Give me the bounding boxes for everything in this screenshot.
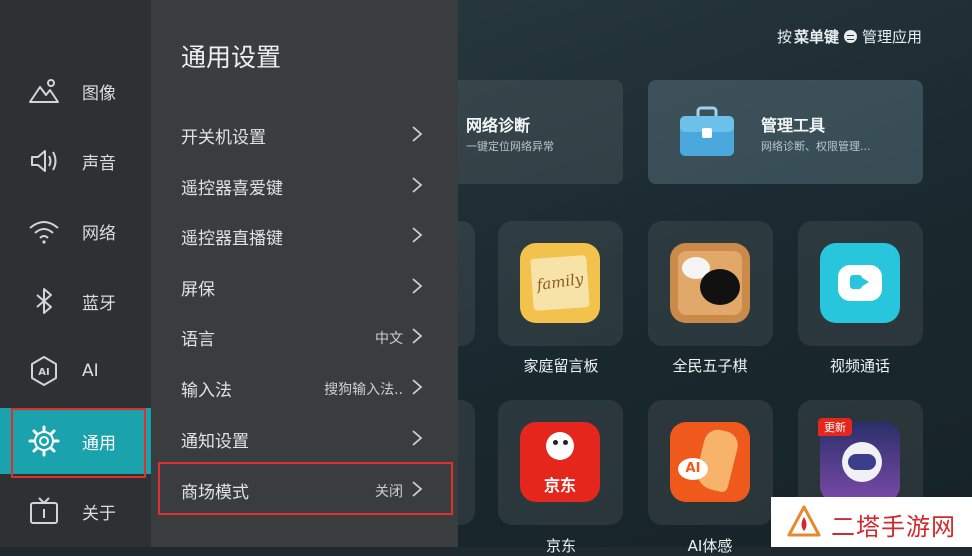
- settings-row-notifications[interactable]: 通知设置: [159, 415, 447, 461]
- chevron-right-icon: [412, 177, 423, 193]
- app-label: 视频通话: [829, 357, 890, 375]
- jd-icon-text: 京东: [543, 476, 576, 495]
- rail-item-network[interactable]: 网络: [0, 202, 151, 260]
- rail-item-label: 网络: [82, 223, 116, 244]
- settings-row-screensaver[interactable]: 屏保: [159, 263, 447, 309]
- jd-icon: 京东: [520, 422, 600, 502]
- picture-icon: [29, 79, 59, 103]
- app-tile-ai-motion[interactable]: AI: [648, 400, 773, 525]
- update-badge: 更新: [818, 418, 852, 436]
- rail-item-label: 图像: [82, 83, 116, 104]
- panel-title: 通用设置: [181, 43, 282, 72]
- row-label: 语言: [181, 330, 215, 350]
- rail-item-ai[interactable]: AI AI: [0, 342, 151, 400]
- rail-item-bluetooth[interactable]: 蓝牙: [0, 272, 151, 330]
- app-label: 家庭留言板: [523, 357, 599, 375]
- chevron-right-icon: [412, 430, 423, 446]
- settings-row-live-key[interactable]: 遥控器直播键: [159, 212, 447, 258]
- app-tile-gomoku[interactable]: [648, 221, 773, 346]
- rail-item-label: AI: [82, 361, 99, 381]
- chevron-right-icon: [412, 379, 423, 395]
- card-subtitle: 网络诊断、权限管理...: [761, 140, 871, 153]
- menu-key-hint: 按 菜单键 管理应用: [777, 26, 922, 47]
- tv-info-icon: [30, 497, 58, 524]
- card-title: 管理工具: [761, 116, 826, 135]
- settings-row-input-method[interactable]: 输入法 搜狗输入法..: [159, 364, 447, 410]
- row-value: 搜狗输入法..: [324, 382, 403, 398]
- speaker-icon: [31, 150, 57, 172]
- app-tile-jd[interactable]: 京东: [498, 400, 623, 525]
- settings-row-favorite-key[interactable]: 遥控器喜爱键: [159, 162, 447, 208]
- ai-hexagon-icon: AI: [31, 356, 57, 386]
- app-tile-video-call[interactable]: [798, 221, 923, 346]
- watermark: 二塔手游网: [771, 497, 972, 547]
- settings-row-power[interactable]: 开关机设置: [159, 111, 447, 157]
- ai-badge-text: AI: [678, 458, 708, 480]
- watermark-logo-icon: [787, 505, 821, 537]
- menu-key-icon: [843, 30, 857, 43]
- svg-text:AI: AI: [38, 367, 49, 378]
- toolbox-icon: [680, 106, 734, 156]
- row-label: 遥控器直播键: [181, 229, 283, 249]
- rail-item-label: 蓝牙: [82, 293, 116, 314]
- video-call-icon: [820, 243, 900, 323]
- ai-motion-icon: AI: [670, 422, 750, 502]
- hint-prefix: 按: [776, 28, 792, 46]
- hint-suffix: 管理应用: [861, 28, 922, 46]
- chevron-right-icon: [412, 278, 423, 294]
- row-label: 遥控器喜爱键: [181, 179, 283, 199]
- rail-item-picture[interactable]: 图像: [0, 62, 151, 120]
- app-label: AI体感: [687, 537, 733, 555]
- row-label: 输入法: [181, 381, 232, 401]
- management-tools-card[interactable]: 管理工具 网络诊断、权限管理...: [648, 80, 923, 184]
- chevron-right-icon: [412, 126, 423, 142]
- app-label: 京东: [545, 537, 576, 555]
- app-label: 全民五子棋: [672, 357, 748, 375]
- rail-item-label: 关于: [82, 503, 116, 524]
- bluetooth-icon: [36, 288, 52, 314]
- row-label: 开关机设置: [181, 128, 266, 148]
- family-board-icon: family: [520, 243, 600, 323]
- wifi-icon: [29, 221, 59, 244]
- settings-row-language[interactable]: 语言 中文: [159, 313, 447, 359]
- row-label: 屏保: [181, 280, 215, 300]
- card-subtitle: 一键定位网络异常: [466, 140, 554, 153]
- rail-item-label: 声音: [82, 153, 116, 174]
- row-label: 通知设置: [181, 432, 249, 452]
- rail-item-sound[interactable]: 声音: [0, 132, 151, 190]
- chevron-right-icon: [412, 227, 423, 243]
- row-value: 中文: [375, 331, 403, 347]
- app-tile-family-board[interactable]: family: [498, 221, 623, 346]
- gomoku-icon: [670, 243, 750, 323]
- card-title: 网络诊断: [466, 116, 531, 135]
- hint-key-label: 菜单键: [793, 28, 839, 46]
- highlight-box-store-mode: [158, 462, 453, 515]
- highlight-box-general: [11, 408, 146, 478]
- chevron-right-icon: [412, 328, 423, 344]
- watermark-text: 二塔手游网: [831, 513, 956, 541]
- rail-item-about[interactable]: 关于: [0, 482, 151, 540]
